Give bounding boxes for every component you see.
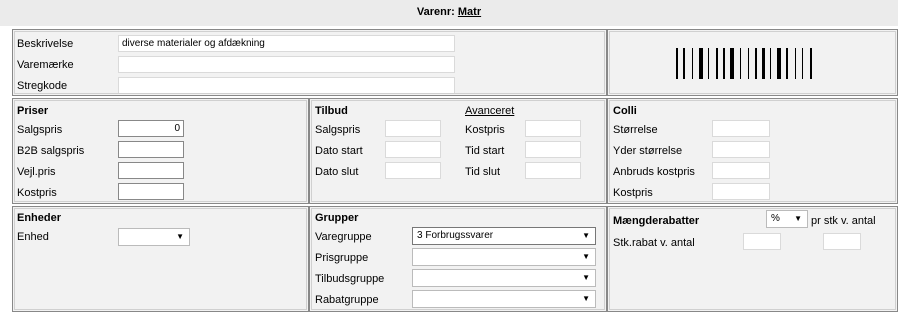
tilbud-kostpris-input[interactable] [525,120,581,137]
varegruppe-select-value: 3 Forbrugssvarer [417,230,494,241]
barcode-panel [607,29,898,96]
stoerrelse-input[interactable] [712,120,770,137]
tilbudsgruppe-select[interactable]: ▼ [412,269,596,287]
anbruds-kostpris-label: Anbruds kostpris [613,166,695,178]
stk-rabat-label: Stk.rabat v. antal [613,237,695,249]
vejl-pris-input[interactable] [118,162,184,179]
grupper-panel: Grupper Varegruppe 3 Forbrugssvarer ▼ Pr… [309,206,607,312]
maengderabatter-title: Mængderabatter [613,215,700,227]
chevron-down-icon: ▼ [176,232,184,241]
tilbud-panel: Tilbud Avanceret Salgspris Kostpris Dato… [309,98,607,204]
stk-antal-input[interactable] [823,233,861,250]
colli-kostpris-input[interactable] [712,183,770,200]
b2b-salgspris-label: B2B salgspris [17,145,85,157]
chevron-down-icon: ▼ [582,231,590,240]
beskrivelse-input[interactable]: diverse materialer og afdækning [118,35,455,52]
enhed-select[interactable]: ▼ [118,228,190,246]
anbruds-kostpris-input[interactable] [712,162,770,179]
beskrivelse-label: Beskrivelse [17,38,74,50]
grupper-title: Grupper [315,212,359,224]
enheder-title: Enheder [17,212,62,224]
item-header-prefix: Varenr: [416,6,455,18]
varegruppe-label: Varegruppe [315,231,372,243]
colli-kostpris-label: Kostpris [613,187,653,199]
salgspris-input[interactable]: 0 [118,120,184,137]
dato-slut-input[interactable] [385,162,441,179]
prisgruppe-select[interactable]: ▼ [412,248,596,266]
tid-slut-label: Tid slut [465,166,501,178]
enhed-label: Enhed [17,231,49,243]
tid-start-label: Tid start [465,145,505,157]
colli-title: Colli [613,105,637,117]
prisgruppe-label: Prisgruppe [315,252,369,264]
enheder-panel: Enheder Enhed ▼ [12,206,309,312]
tid-start-input[interactable] [525,141,581,158]
rabat-unit-select[interactable]: % ▼ [766,210,808,228]
item-header: Varenr: Matr [0,0,898,26]
yder-stoerrelse-label: Yder størrelse [613,145,683,157]
colli-panel: Colli Størrelse Yder størrelse Anbruds k… [607,98,898,204]
varemaerke-input[interactable] [118,56,455,73]
rabatgruppe-label: Rabatgruppe [315,294,379,306]
item-number-link[interactable]: Matr [458,6,481,18]
tilbud-salgspris-input[interactable] [385,120,441,137]
barcode-image [608,30,897,95]
chevron-down-icon: ▼ [582,273,590,282]
yder-stoerrelse-input[interactable] [712,141,770,158]
stregkode-label: Stregkode [17,80,68,92]
dato-slut-label: Dato slut [315,166,359,178]
pr-stk-label: pr stk v. antal [811,215,876,227]
tilbud-salgspris-label: Salgspris [315,124,361,136]
b2b-salgspris-input[interactable] [118,141,184,158]
rabat-unit-value: % [771,213,780,224]
dato-start-input[interactable] [385,141,441,158]
description-panel: Beskrivelse diverse materialer og afdækn… [12,29,607,96]
chevron-down-icon: ▼ [794,214,802,223]
vejl-pris-label: Vejl.pris [17,166,56,178]
varemaerke-label: Varemærke [17,59,74,71]
stoerrelse-label: Størrelse [613,124,658,136]
chevron-down-icon: ▼ [582,252,590,261]
chevron-down-icon: ▼ [582,294,590,303]
tid-slut-input[interactable] [525,162,581,179]
varegruppe-select[interactable]: 3 Forbrugssvarer ▼ [412,227,596,245]
stk-rabat-input[interactable] [743,233,781,250]
salgspris-label: Salgspris [17,124,63,136]
avanceret-link[interactable]: Avanceret [465,104,514,118]
kostpris-input[interactable] [118,183,184,200]
tilbud-title: Tilbud [315,105,348,117]
dato-start-label: Dato start [315,145,363,157]
tilbud-kostpris-label: Kostpris [465,124,505,136]
rabatgruppe-select[interactable]: ▼ [412,290,596,308]
kostpris-label: Kostpris [17,187,57,199]
priser-panel: Priser Salgspris 0 B2B salgspris Vejl.pr… [12,98,309,204]
stregkode-input[interactable] [118,77,455,94]
tilbudsgruppe-label: Tilbudsgruppe [315,273,385,285]
priser-title: Priser [17,105,49,117]
maengderabatter-panel: Mængderabatter % ▼ pr stk v. antal Stk.r… [607,206,898,312]
